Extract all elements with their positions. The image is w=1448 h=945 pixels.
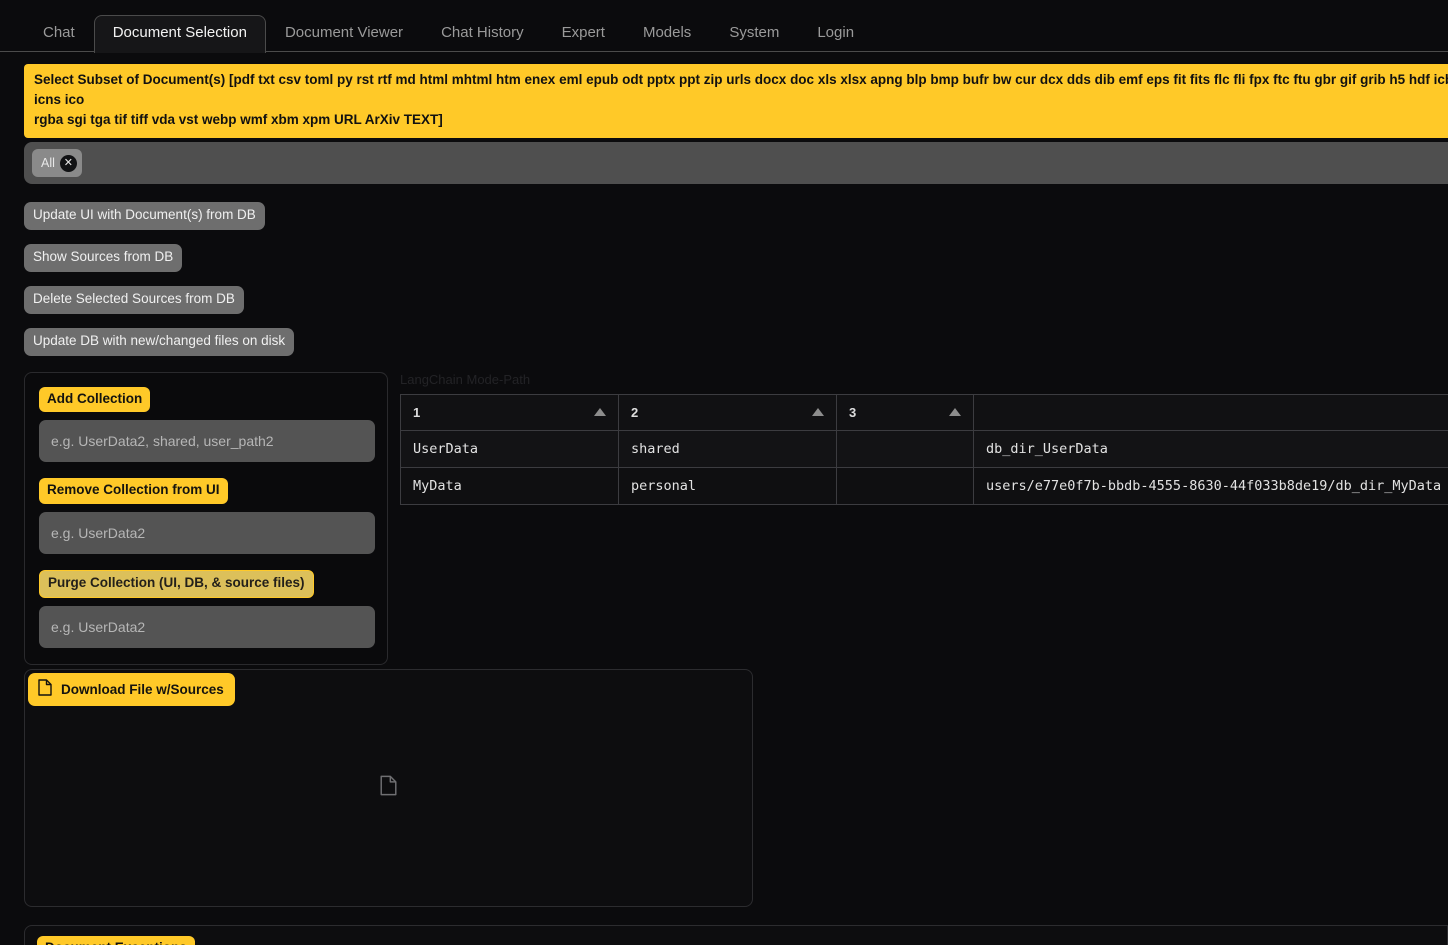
update-ui-with-documents-button[interactable]: Update UI with Document(s) from DB [24,202,265,230]
table-header-label: 2 [631,405,638,420]
close-icon[interactable]: ✕ [60,155,77,172]
sort-ascending-icon[interactable] [594,408,606,416]
table-cell[interactable] [837,430,974,467]
table-header-label: 1 [413,405,420,420]
tab-chat-history[interactable]: Chat History [422,15,543,52]
tab-expert[interactable]: Expert [543,15,624,52]
document-subset-label-line1: Select Subset of Document(s) [pdf txt cs… [34,72,1448,107]
sort-ascending-icon[interactable] [812,408,824,416]
update-db-with-files-button[interactable]: Update DB with new/changed files on disk [24,328,294,356]
document-exceptions-label[interactable]: Document Exceptions [37,936,195,945]
db-action-buttons: Update UI with Document(s) from DB Show … [24,202,1448,356]
show-sources-from-db-button[interactable]: Show Sources from DB [24,244,182,272]
tab-login[interactable]: Login [798,15,873,52]
table-header-col-2[interactable]: 2 [619,394,837,430]
tab-system[interactable]: System [710,15,798,52]
table-cell[interactable]: MyData [401,467,619,504]
tab-chat[interactable]: Chat [24,15,94,52]
table-header-row: 1 2 3 [401,394,1448,430]
delete-selected-sources-button[interactable]: Delete Selected Sources from DB [24,286,244,314]
remove-collection-input[interactable] [39,512,375,554]
purge-collection-input[interactable] [39,606,375,648]
table-cell[interactable]: UserData [401,430,619,467]
table-header-col-4[interactable] [974,394,1448,430]
file-drop-placeholder [25,670,752,906]
document-subset-label: Select Subset of Document(s) [pdf txt cs… [24,64,1448,138]
langchain-mode-path-table: 1 2 3 [400,394,1448,505]
remove-collection-button[interactable]: Remove Collection from UI [39,478,228,504]
langchain-mode-path-label: LangChain Mode-Path [400,372,1448,388]
tab-document-selection[interactable]: Document Selection [94,15,266,53]
add-collection-input[interactable] [39,420,375,462]
document-subset-banner-wrapper: Select Subset of Document(s) [pdf txt cs… [24,64,1448,138]
document-subset-multiselect[interactable]: All ✕ [24,142,1448,184]
document-selection-page: Select Subset of Document(s) [pdf txt cs… [0,64,1448,945]
collection-management-panel: Add Collection Remove Collection from UI… [24,372,388,666]
add-collection-button[interactable]: Add Collection [39,387,150,413]
table-cell[interactable] [837,467,974,504]
file-icon [380,775,397,801]
tab-bar: Chat Document Selection Document Viewer … [0,0,1448,52]
langchain-mode-path-area: LangChain Mode-Path 1 2 [400,372,1448,505]
table-row[interactable]: MyData personal users/e77e0f7b-bbdb-4555… [401,467,1448,504]
table-header-label: 3 [849,405,856,420]
table-cell[interactable]: shared [619,430,837,467]
sort-ascending-icon[interactable] [949,408,961,416]
document-exceptions-area: Document Exceptions [24,925,1448,945]
tab-document-viewer[interactable]: Document Viewer [266,15,422,52]
table-cell[interactable]: personal [619,467,837,504]
table-row[interactable]: UserData shared db_dir_UserData [401,430,1448,467]
table-cell[interactable]: db_dir_UserData [974,430,1448,467]
chip-label: All [41,156,55,170]
purge-collection-button[interactable]: Purge Collection (UI, DB, & source files… [39,570,314,598]
selected-chip-all[interactable]: All ✕ [32,149,82,177]
collections-and-table-area: Add Collection Remove Collection from UI… [0,372,1448,630]
table-header-col-3[interactable]: 3 [837,394,974,430]
tab-models[interactable]: Models [624,15,710,52]
table-cell[interactable]: users/e77e0f7b-bbdb-4555-8630-44f033b8de… [974,467,1448,504]
download-file-area[interactable]: Download File w/Sources [24,669,753,907]
document-subset-label-line2: rgba sgi tga tif tiff vda vst webp wmf x… [34,110,1448,130]
table-header-col-1[interactable]: 1 [401,394,619,430]
